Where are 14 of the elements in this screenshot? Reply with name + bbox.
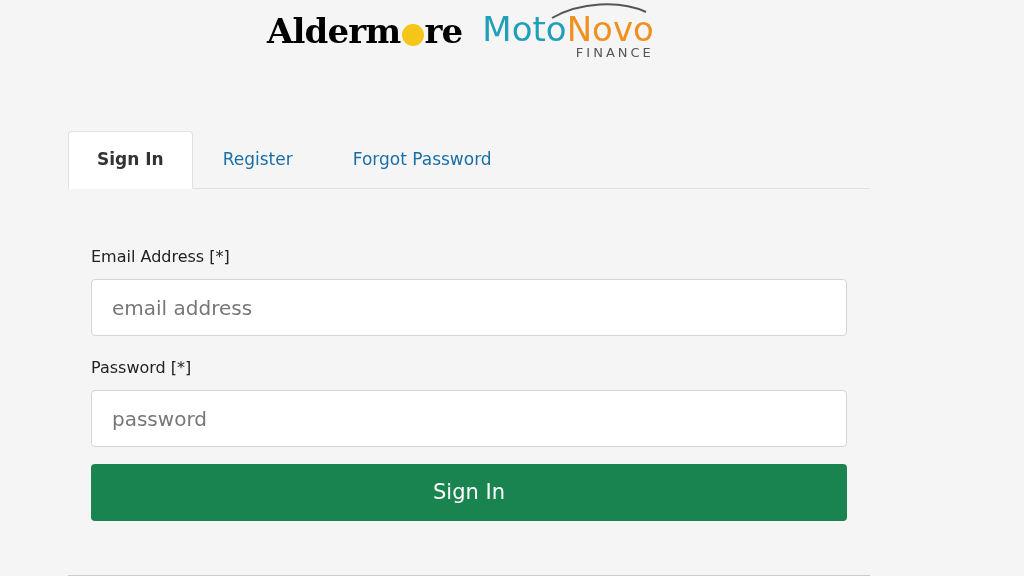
field-label: Password [*]	[91, 357, 193, 379]
sun-dot-icon	[401, 24, 424, 46]
aldermore-logo-text: Alderm	[267, 14, 401, 48]
input-field[interactable]: password	[91, 390, 847, 447]
finance-text: FINANCE	[575, 46, 654, 59]
aldermore-logo-text: re	[424, 14, 463, 48]
tab[interactable]: Register	[192, 131, 323, 188]
tab[interactable]: Forgot Password	[322, 131, 522, 188]
tab[interactable]: Sign In	[68, 131, 193, 189]
motonovo-logo-text: Moto	[482, 12, 567, 46]
motonovo-logo-text: Novo	[566, 12, 654, 46]
field-label: Email Address [*]	[91, 246, 231, 268]
input-field[interactable]: email address	[91, 279, 847, 336]
sign-in-button[interactable]: Sign In	[91, 464, 847, 521]
